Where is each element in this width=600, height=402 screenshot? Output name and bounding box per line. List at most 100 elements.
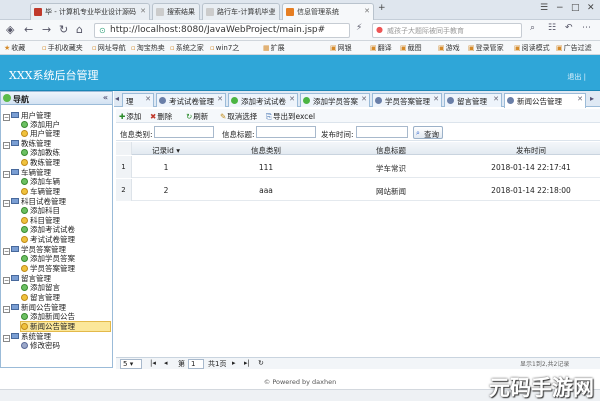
nav-title: 导航 [13, 95, 29, 104]
collapse-icon[interactable]: « [103, 93, 108, 102]
tree-item[interactable]: 添加教练 [21, 148, 60, 157]
table-row[interactable]: 2 2 aaa 网站新闻 2018-01-14 22:18:00 [116, 179, 600, 201]
extension-button[interactable]: ▣游戏 [438, 43, 460, 53]
browser-tab[interactable]: 毕 - 计算机专业毕业设计源码 ✕ [30, 3, 150, 20]
cell-time: 2018-01-14 22:18:00 [491, 186, 571, 195]
back-icon[interactable]: ← [24, 23, 33, 36]
column-header[interactable]: 信息类别 [221, 145, 311, 156]
extension-button[interactable]: ▣截图 [400, 43, 422, 53]
list-icon [21, 159, 28, 166]
scroll-right-icon[interactable]: ▸ [590, 94, 594, 103]
home-icon[interactable]: ⌂ [76, 23, 83, 36]
content-tab[interactable]: 添加学员答案 ✕ [300, 93, 370, 107]
reload-icon[interactable]: ↻ [258, 359, 264, 367]
tab-icon [447, 97, 454, 104]
close-window-icon[interactable]: ✕ [587, 3, 595, 13]
content-tab[interactable]: 理 ✕ [122, 93, 154, 107]
title-input[interactable] [256, 126, 316, 138]
pencil-icon: ✎ [220, 112, 227, 121]
collapse-toggle-icon: − [3, 142, 10, 149]
bookmark-item[interactable]: ▫系统之家 [170, 43, 204, 53]
tree-item[interactable]: 添加学员答案 [21, 254, 75, 263]
browser-tab[interactable]: 路行车-计算机毕业 ✕ [202, 3, 280, 20]
close-tab-icon[interactable]: ✕ [364, 7, 370, 15]
extension-button[interactable]: ▣广告过滤 [556, 43, 592, 53]
tree-item[interactable]: 添加留言 [21, 283, 60, 292]
content-tab[interactable]: 留言管理 ✕ [444, 93, 502, 107]
table-row[interactable]: 1 1 111 学车常识 2018-01-14 22:17:41 [116, 156, 600, 178]
bookmark-item[interactable]: ▫网址导航 [92, 43, 126, 53]
tools-icon[interactable]: ☷ [548, 23, 556, 33]
list-icon [21, 294, 28, 301]
prev-page-icon[interactable]: ◂ [164, 359, 168, 367]
content-tab[interactable]: 添加考试试卷 ✕ [228, 93, 298, 107]
last-page-icon[interactable]: ▸| [244, 359, 250, 367]
extension-button[interactable]: ▣阅读模式 [514, 43, 550, 53]
tree-item[interactable]: 添加新闻公告 [21, 312, 75, 321]
tree-item[interactable]: 用户管理 [21, 129, 60, 138]
delete-button[interactable]: ✖删除 [150, 111, 172, 122]
scroll-left-icon[interactable]: ◂ [115, 94, 119, 103]
bolt-icon[interactable]: ⚡ [356, 23, 362, 33]
column-header[interactable]: 信息标题 [346, 145, 436, 156]
logout-link[interactable]: 退出 | [567, 72, 586, 82]
shield-icon: ◈ [6, 23, 15, 36]
tab-icon [303, 97, 310, 104]
undo-icon[interactable]: ↶ [565, 23, 573, 33]
minimize-icon[interactable]: − [556, 3, 564, 13]
close-tab-icon[interactable]: ✕ [270, 7, 276, 15]
content-tab-active[interactable]: 新闻公告管理 ✕ [504, 93, 586, 108]
column-header[interactable]: 记录id ▾ [136, 145, 196, 156]
tree-item[interactable]: 科目管理 [21, 216, 60, 225]
tree-item[interactable]: 车辆管理 [21, 187, 60, 196]
search-icon[interactable]: ⌕ [530, 23, 535, 33]
bookmark-item[interactable]: ★收藏 [4, 43, 25, 53]
next-page-icon[interactable]: ▸ [232, 359, 236, 367]
deselect-button[interactable]: ✎取消选择 [220, 111, 257, 122]
tree-item[interactable]: 考试试卷管理 [21, 235, 75, 244]
folder-icon [11, 304, 19, 310]
extension-button[interactable]: ▣翻译 [370, 43, 392, 53]
browser-tab-active[interactable]: 信息管理系统 ✕ [282, 3, 374, 20]
tree-item[interactable]: 添加车辆 [21, 177, 60, 186]
tree-item[interactable]: 添加考试试卷 [21, 225, 75, 234]
tree-item[interactable]: 添加科目 [21, 206, 60, 215]
forward-icon[interactable]: → [42, 23, 51, 36]
bookmark-item[interactable]: ▫淘宝热卖 [131, 43, 165, 53]
new-tab-icon[interactable]: + [378, 3, 386, 13]
tree-item[interactable]: 教练管理 [21, 158, 60, 167]
tree-item[interactable]: 添加用户 [21, 120, 60, 129]
maximize-icon[interactable]: □ [571, 3, 580, 13]
page-number-input[interactable]: 1 [188, 359, 204, 369]
more-icon[interactable]: ⋯ [582, 23, 591, 33]
time-input[interactable] [356, 126, 408, 138]
reload-icon[interactable]: ↻ [59, 23, 68, 36]
tree-item[interactable]: 留言管理 [21, 293, 60, 302]
browser-tab[interactable]: 搜索结果 [152, 3, 200, 20]
column-header[interactable]: 发布时间 [486, 145, 576, 156]
extension-button[interactable]: ▣登录管家 [468, 43, 504, 53]
export-excel-button[interactable]: ⎘导出到excel [266, 111, 315, 122]
category-input[interactable] [154, 126, 214, 138]
refresh-button[interactable]: ↻刷新 [186, 111, 208, 122]
search-input[interactable]: ● 威孩子大题际被同手教育 [372, 23, 522, 38]
add-button[interactable]: ✚添加 [119, 111, 141, 122]
bookmark-item[interactable]: ▫win7之 [210, 43, 239, 53]
menu-icon[interactable]: ☰ [540, 3, 548, 13]
page-size-select[interactable]: 5 ▾ [120, 359, 142, 369]
content-tab[interactable]: 学员答案管理 ✕ [372, 93, 442, 107]
content-tab[interactable]: 考试试卷管理 ✕ [156, 93, 226, 107]
page-total: 共1页 [208, 360, 227, 368]
bookmark-item[interactable]: ▫手机收藏夹 [42, 43, 83, 53]
first-page-icon[interactable]: |◂ [150, 359, 156, 367]
close-tab-icon[interactable]: ✕ [140, 7, 146, 15]
extension-button[interactable]: ▦扩展 [263, 43, 285, 53]
nav-panel: 导航 « − 用户管理 添加用户 用户管理 − 教练管理 添加教练 教练管理 − 车辆… [0, 91, 113, 368]
tree-item[interactable]: 修改密码 [21, 341, 60, 350]
query-button[interactable]: ⌕ 查询 [413, 126, 443, 139]
tree-item[interactable]: 学员答案管理 [21, 264, 75, 273]
tree-item-selected[interactable]: 新闻公告管理 [20, 321, 111, 332]
extension-button[interactable]: ▣网银 [330, 43, 352, 53]
browser-tab-label: 毕 - 计算机专业毕业设计源码 [45, 8, 136, 16]
url-input[interactable]: ⊙ http://localhost:8080/JavaWebProject/m… [94, 23, 350, 38]
